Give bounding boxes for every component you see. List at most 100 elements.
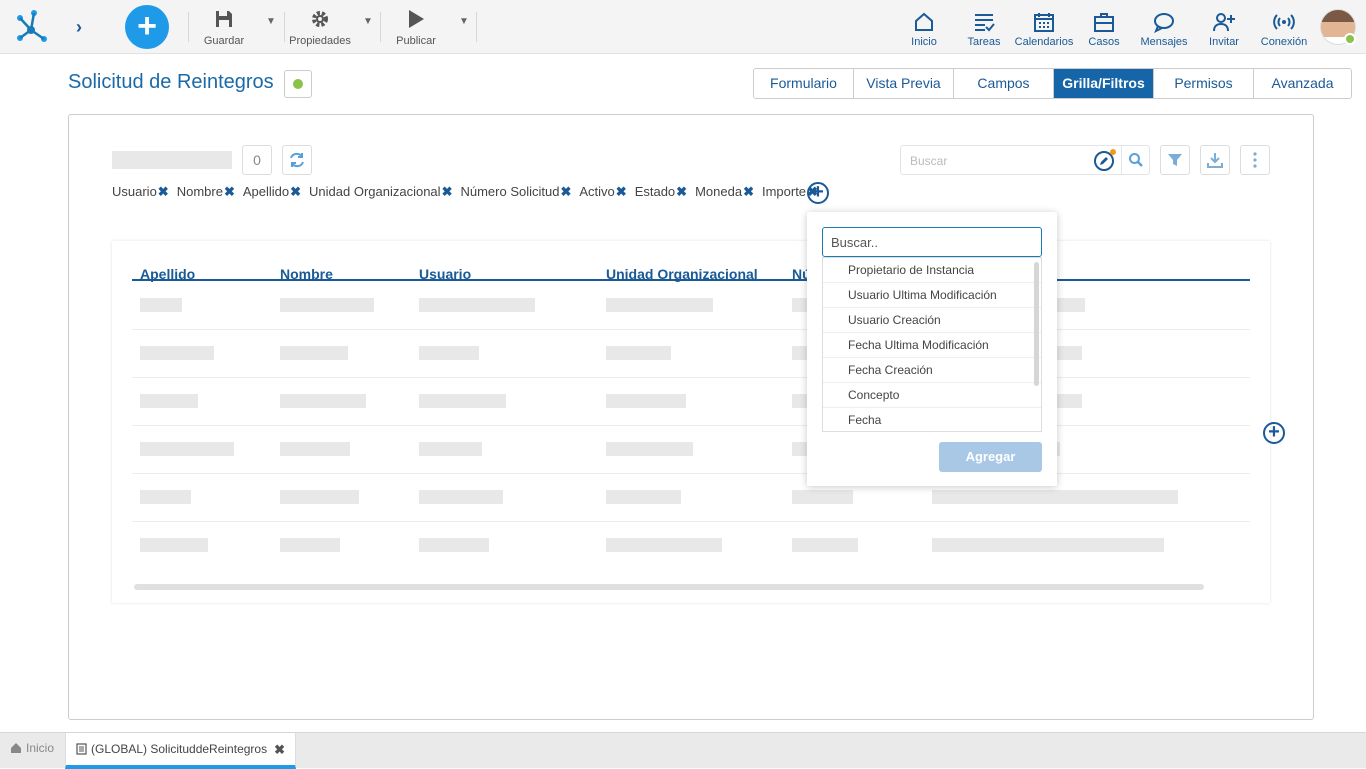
- list-item[interactable]: Fecha Ultima Modificación: [823, 333, 1041, 358]
- list-scrollbar[interactable]: [1034, 262, 1039, 386]
- page-title: Solicitud de Reintegros: [68, 71, 274, 93]
- cell-placeholder: [606, 490, 681, 504]
- download-button[interactable]: [1200, 145, 1230, 175]
- add-new-button[interactable]: +: [125, 5, 169, 49]
- cell-placeholder: [792, 538, 858, 552]
- cell-placeholder: [140, 490, 191, 504]
- search-icon[interactable]: [1121, 146, 1150, 174]
- add-column-button[interactable]: +: [1263, 422, 1285, 444]
- cell-placeholder: [606, 346, 671, 360]
- publish-label: Publicar: [396, 35, 436, 47]
- remove-chip-icon[interactable]: ✖: [442, 184, 453, 199]
- remove-chip-icon[interactable]: ✖: [290, 184, 301, 199]
- nav-messages[interactable]: Mensajes: [1138, 10, 1190, 48]
- list-item[interactable]: Propietario de Instancia: [823, 258, 1041, 283]
- cell-placeholder: [280, 442, 350, 456]
- tab-permisos[interactable]: Permisos: [1154, 69, 1254, 98]
- filter-chip: Moneda✖: [695, 184, 754, 200]
- tab-formulario[interactable]: Formulario: [754, 69, 854, 98]
- list-item[interactable]: Fecha: [823, 408, 1041, 431]
- remove-chip-icon[interactable]: ✖: [616, 184, 627, 199]
- cell-placeholder: [419, 394, 506, 408]
- row-divider: [132, 473, 1250, 474]
- list-item[interactable]: Concepto: [823, 383, 1041, 408]
- filter-icon: [1168, 154, 1182, 166]
- broadcast-icon: [1258, 10, 1310, 34]
- list-item[interactable]: Usuario Ultima Modificación: [823, 283, 1041, 308]
- remove-chip-icon[interactable]: ✖: [224, 184, 235, 199]
- cell-placeholder: [932, 490, 1178, 504]
- remove-chip-icon[interactable]: ✖: [676, 184, 687, 199]
- refresh-button[interactable]: [282, 145, 312, 175]
- divider: [380, 12, 381, 42]
- cell-placeholder: [606, 442, 693, 456]
- add-button[interactable]: Agregar: [939, 442, 1042, 472]
- cell-placeholder: [280, 346, 348, 360]
- home-icon: [11, 743, 21, 753]
- filter-chips: Usuario✖ Nombre✖ Apellido✖ Unidad Organi…: [112, 184, 826, 200]
- tab-grilla-filtros[interactable]: Grilla/Filtros: [1054, 69, 1154, 98]
- nav-invite[interactable]: Invitar: [1204, 10, 1244, 48]
- publish-dropdown-chevron-icon[interactable]: ▼: [459, 16, 469, 27]
- remove-chip-icon[interactable]: ✖: [158, 184, 169, 199]
- close-tab-icon[interactable]: ✖: [274, 742, 285, 758]
- expand-menu-chevron-icon[interactable]: ›: [76, 17, 82, 38]
- field-list: Propietario de Instancia Usuario Ultima …: [822, 257, 1042, 432]
- save-dropdown-chevron-icon[interactable]: ▼: [266, 16, 276, 27]
- publish-button[interactable]: Publicar: [394, 8, 438, 47]
- row-divider: [132, 329, 1250, 330]
- chip-label: Moneda: [695, 184, 743, 199]
- tab-campos[interactable]: Campos: [954, 69, 1054, 98]
- footer-home-tab[interactable]: Inicio: [10, 741, 54, 755]
- edit-pencil-icon[interactable]: [1094, 149, 1116, 171]
- search-input[interactable]: Buscar: [910, 154, 947, 168]
- footer-home-label: Inicio: [26, 741, 55, 755]
- nav-calendars[interactable]: Calendarios: [1014, 10, 1074, 48]
- divider: [476, 12, 477, 42]
- user-avatar[interactable]: [1320, 9, 1356, 45]
- nav-connection[interactable]: Conexión: [1258, 10, 1310, 48]
- status-indicator-button[interactable]: [284, 70, 312, 98]
- footer-document-tab[interactable]: (GLOBAL) SolicituddeReintegros ✖: [65, 733, 296, 769]
- chip-label: Nombre: [176, 184, 223, 199]
- add-filter-button[interactable]: +: [807, 182, 829, 204]
- properties-button[interactable]: Propiedades: [289, 8, 351, 47]
- data-grid: Apellido Nombre Usuario Unidad Organizac…: [112, 241, 1270, 603]
- cell-placeholder: [280, 538, 340, 552]
- divider: [284, 12, 285, 42]
- more-options-button[interactable]: [1240, 145, 1270, 175]
- nav-home[interactable]: Inicio: [904, 10, 944, 48]
- designer-tabs: Formulario Vista Previa Campos Grilla/Fi…: [753, 68, 1352, 99]
- cell-placeholder: [932, 538, 1164, 552]
- list-item[interactable]: Fecha Creación: [823, 358, 1041, 383]
- grid-search-box: Buscar: [900, 145, 1150, 175]
- online-status-dot: [1344, 33, 1356, 45]
- properties-dropdown-chevron-icon[interactable]: ▼: [363, 16, 373, 27]
- footer-tab-label: (GLOBAL) SolicituddeReintegros: [91, 742, 268, 756]
- popup-search-input[interactable]: Buscar..: [822, 227, 1042, 257]
- nav-label: Mensajes: [1140, 36, 1188, 48]
- nav-cases[interactable]: Casos: [1084, 10, 1124, 48]
- status-dot-icon: [293, 79, 303, 89]
- chip-label: Apellido: [242, 184, 290, 199]
- cell-placeholder: [140, 394, 198, 408]
- filter-button[interactable]: [1160, 145, 1190, 175]
- bottom-tab-bar: Inicio (GLOBAL) SolicituddeReintegros ✖: [0, 732, 1366, 769]
- chip-label: Estado: [634, 184, 676, 199]
- cell-placeholder: [419, 298, 535, 312]
- app-logo-icon[interactable]: [12, 8, 50, 46]
- chip-label: Usuario: [112, 184, 157, 199]
- properties-label: Propiedades: [289, 35, 351, 47]
- chip-label: Importe: [761, 184, 807, 199]
- remove-chip-icon[interactable]: ✖: [743, 184, 754, 199]
- list-item[interactable]: Usuario Creación: [823, 308, 1041, 333]
- tab-vista-previa[interactable]: Vista Previa: [854, 69, 954, 98]
- cell-placeholder: [140, 298, 182, 312]
- cell-placeholder: [792, 490, 853, 504]
- tab-avanzada[interactable]: Avanzada: [1254, 69, 1351, 98]
- nav-label: Invitar: [1209, 36, 1239, 48]
- horizontal-scrollbar[interactable]: [134, 584, 1204, 590]
- remove-chip-icon[interactable]: ✖: [560, 184, 571, 199]
- save-button[interactable]: Guardar: [200, 8, 248, 47]
- nav-tasks[interactable]: Tareas: [964, 10, 1004, 48]
